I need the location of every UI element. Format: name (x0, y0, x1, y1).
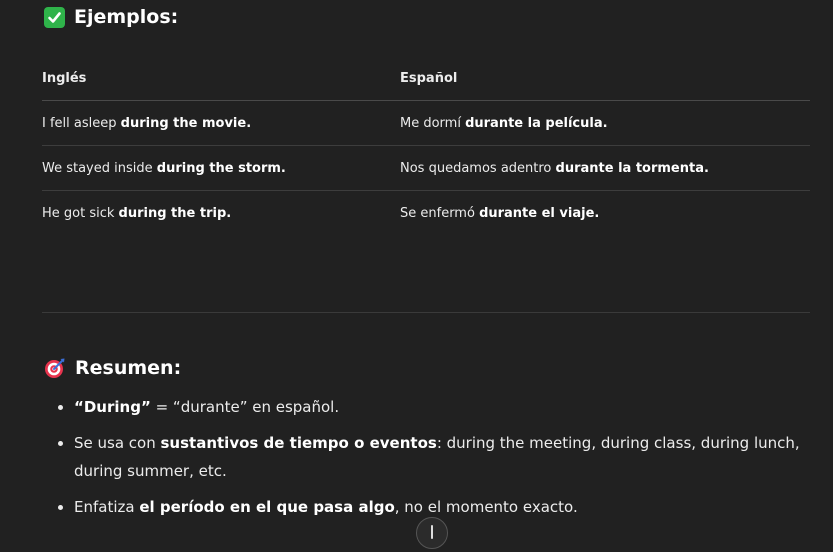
check-mark-icon (44, 6, 65, 28)
table-header-row: Inglés Español (42, 56, 810, 101)
table-cell-spanish: Nos quedamos adentro durante la tormenta… (400, 145, 810, 191)
summary-heading: Resumen: (44, 357, 181, 379)
table-cell-english: He got sick during the trip. (42, 205, 232, 221)
table-cell-spanish: Se enfermó durante el viaje. (400, 205, 600, 221)
examples-heading: Ejemplos: (44, 6, 178, 28)
column-header-english: Inglés (42, 56, 400, 101)
examples-table: Inglés Español I fell asleep during the … (42, 56, 810, 235)
scroll-down-button[interactable] (416, 517, 448, 549)
column-header-spanish: Español (400, 56, 810, 101)
scroll-down-icon (431, 525, 433, 539)
examples-heading-text: Ejemplos: (74, 6, 179, 28)
list-item: Enfatiza el período en el que pasa algo,… (74, 493, 814, 521)
table-cell-english: I fell asleep during the movie. (42, 100, 400, 146)
list-item: “During” = “durante” en español. (74, 393, 814, 421)
table-row: We stayed inside during the storm. Nos q… (42, 145, 810, 191)
summary-list: “During” = “durante” en español. Se usa … (44, 393, 814, 529)
table-row: I fell asleep during the movie. Me dormí… (42, 100, 810, 146)
section-divider (42, 312, 810, 313)
summary-heading-text: Resumen: (75, 357, 182, 379)
target-icon (44, 357, 66, 379)
table-cell-spanish: Me dormí durante la película. (400, 100, 810, 146)
table-cell-english: We stayed inside during the storm. (42, 145, 400, 191)
table-row: He got sick during the trip. Se enfermó … (42, 191, 810, 236)
list-item: Se usa con sustantivos de tiempo o event… (74, 429, 814, 485)
